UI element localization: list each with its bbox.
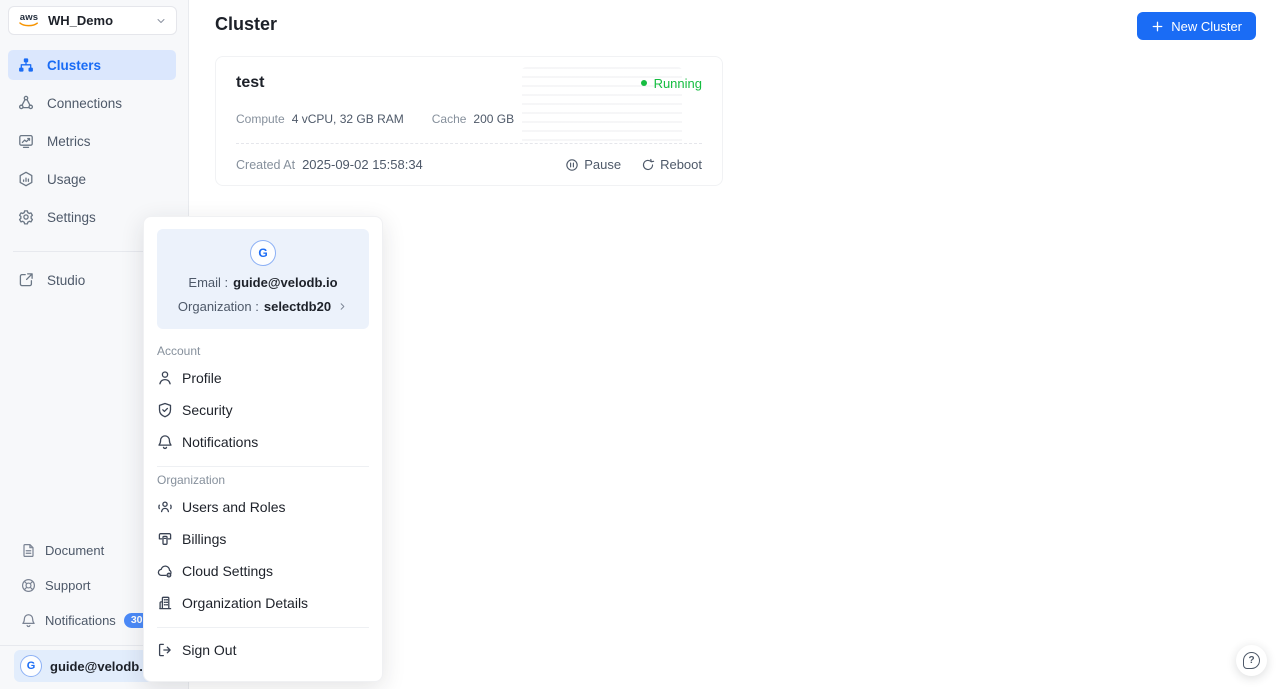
sidebar-item-connections[interactable]: Connections xyxy=(8,88,176,118)
settings-icon xyxy=(18,210,34,225)
cluster-card[interactable]: test Running Compute 4 vCPU, 32 GB RAM C… xyxy=(215,56,723,186)
reboot-label: Reboot xyxy=(660,157,702,172)
menu-item-label: Notifications xyxy=(182,434,259,450)
building-icon xyxy=(159,596,172,610)
pause-label: Pause xyxy=(584,157,622,172)
pause-button[interactable]: Pause xyxy=(565,157,621,172)
person-icon xyxy=(159,371,171,385)
email-value: guide@velodb.io xyxy=(233,275,338,290)
menu-item-organization-details[interactable]: Organization Details xyxy=(157,587,369,619)
status-label: Running xyxy=(653,75,702,91)
organization-section-label: Organization xyxy=(157,473,226,487)
footer-item-label: Notifications xyxy=(45,612,116,628)
email-row: Email : guide@velodb.io xyxy=(188,275,337,290)
workspace-name: WH_Demo xyxy=(48,13,114,28)
menu-item-label: Billings xyxy=(182,531,227,547)
menu-divider xyxy=(157,627,369,628)
users-group-icon xyxy=(158,501,172,513)
sidebar-item-metrics[interactable]: Metrics xyxy=(8,126,176,156)
chevron-right-icon xyxy=(340,303,345,310)
footer-item-label: Document xyxy=(45,542,105,558)
menu-item-billings[interactable]: Billings xyxy=(157,523,369,555)
usage-icon xyxy=(19,171,33,187)
support-icon xyxy=(21,578,36,592)
connections-icon xyxy=(18,95,34,110)
menu-item-security[interactable]: Security xyxy=(157,394,369,426)
pause-circle-icon xyxy=(566,158,578,171)
cluster-specs: Compute 4 vCPU, 32 GB RAM Cache 200 GB xyxy=(236,112,702,126)
sidebar-item-label: Usage xyxy=(47,171,87,187)
avatar: G xyxy=(20,655,42,677)
cache-label: Cache xyxy=(431,112,467,126)
plus-icon xyxy=(1152,21,1163,31)
menu-item-cloud-settings[interactable]: Cloud Settings xyxy=(157,555,369,587)
sidebar-item-label: Connections xyxy=(47,95,123,111)
menu-item-profile[interactable]: Profile xyxy=(157,362,369,394)
menu-item-label: Organization Details xyxy=(182,595,309,611)
chevron-down-icon xyxy=(157,18,165,23)
account-section-label: Account xyxy=(157,344,201,358)
bell-icon xyxy=(22,613,35,627)
reboot-button[interactable]: Reboot xyxy=(641,157,702,172)
compute-label: Compute xyxy=(236,112,285,126)
organization-row[interactable]: Organization : selectdb20 xyxy=(178,299,348,314)
menu-item-label: Profile xyxy=(182,370,222,386)
external-link-icon xyxy=(19,273,33,287)
created-at-label: Created At xyxy=(236,157,296,172)
user-account-menu: G Email : guide@velodb.io Organization :… xyxy=(143,216,383,682)
avatar: G xyxy=(250,240,276,266)
menu-item-sign-out[interactable]: Sign Out xyxy=(157,634,369,666)
cluster-status: Running xyxy=(640,75,702,91)
menu-item-notifications[interactable]: Notifications xyxy=(157,426,369,458)
created-at-value: 2025-09-02 15:58:34 xyxy=(302,157,423,172)
bell-icon xyxy=(158,435,172,450)
organization-value: selectdb20 xyxy=(263,299,332,314)
sidebar-item-label: Clusters xyxy=(47,57,102,73)
main-header: Cluster New Cluster xyxy=(190,0,1280,40)
aws-logo-text: aws xyxy=(19,11,39,23)
sidebar-item-usage[interactable]: Usage xyxy=(8,164,176,194)
help-button[interactable]: ? xyxy=(1236,645,1267,676)
sign-out-icon xyxy=(158,643,171,657)
menu-item-label: Security xyxy=(182,402,233,418)
sidebar-item-clusters[interactable]: Clusters xyxy=(8,50,176,80)
new-cluster-button[interactable]: New Cluster xyxy=(1137,12,1256,40)
workspace-selector[interactable]: aws WH_Demo xyxy=(8,6,177,35)
footer-item-label: Support xyxy=(45,577,91,593)
menu-item-label: Cloud Settings xyxy=(182,563,274,579)
cache-value: 200 GB xyxy=(473,112,515,126)
menu-item-label: Sign Out xyxy=(182,642,237,658)
cloud-settings-icon xyxy=(157,565,172,578)
metrics-icon xyxy=(19,134,33,149)
document-icon xyxy=(23,543,34,557)
user-menu-header: G Email : guide@velodb.io Organization :… xyxy=(157,229,369,329)
billing-icon xyxy=(158,533,172,545)
aws-logo-icon: aws xyxy=(18,11,40,28)
menu-divider xyxy=(157,466,369,467)
email-label: Email : xyxy=(188,275,229,290)
compute-value: 4 vCPU, 32 GB RAM xyxy=(291,112,404,126)
cluster-name[interactable]: test xyxy=(236,74,264,92)
created-at: Created At 2025-09-02 15:58:34 xyxy=(236,157,423,172)
status-dot-icon xyxy=(640,80,647,86)
user-email: guide@velodb.io xyxy=(50,658,155,674)
organization-label: Organization : xyxy=(177,299,259,314)
shield-check-icon xyxy=(158,402,172,418)
sidebar-item-label: Settings xyxy=(47,209,96,225)
sidebar-item-label: Studio xyxy=(47,272,86,288)
menu-item-users-and-roles[interactable]: Users and Roles xyxy=(157,491,369,523)
menu-item-label: Users and Roles xyxy=(182,499,286,515)
refresh-icon xyxy=(642,158,655,170)
help-icon: ? xyxy=(1243,652,1260,669)
clusters-icon xyxy=(19,58,33,72)
sidebar-item-label: Metrics xyxy=(47,133,91,149)
new-cluster-label: New Cluster xyxy=(1171,18,1242,34)
page-title: Cluster xyxy=(215,14,278,34)
